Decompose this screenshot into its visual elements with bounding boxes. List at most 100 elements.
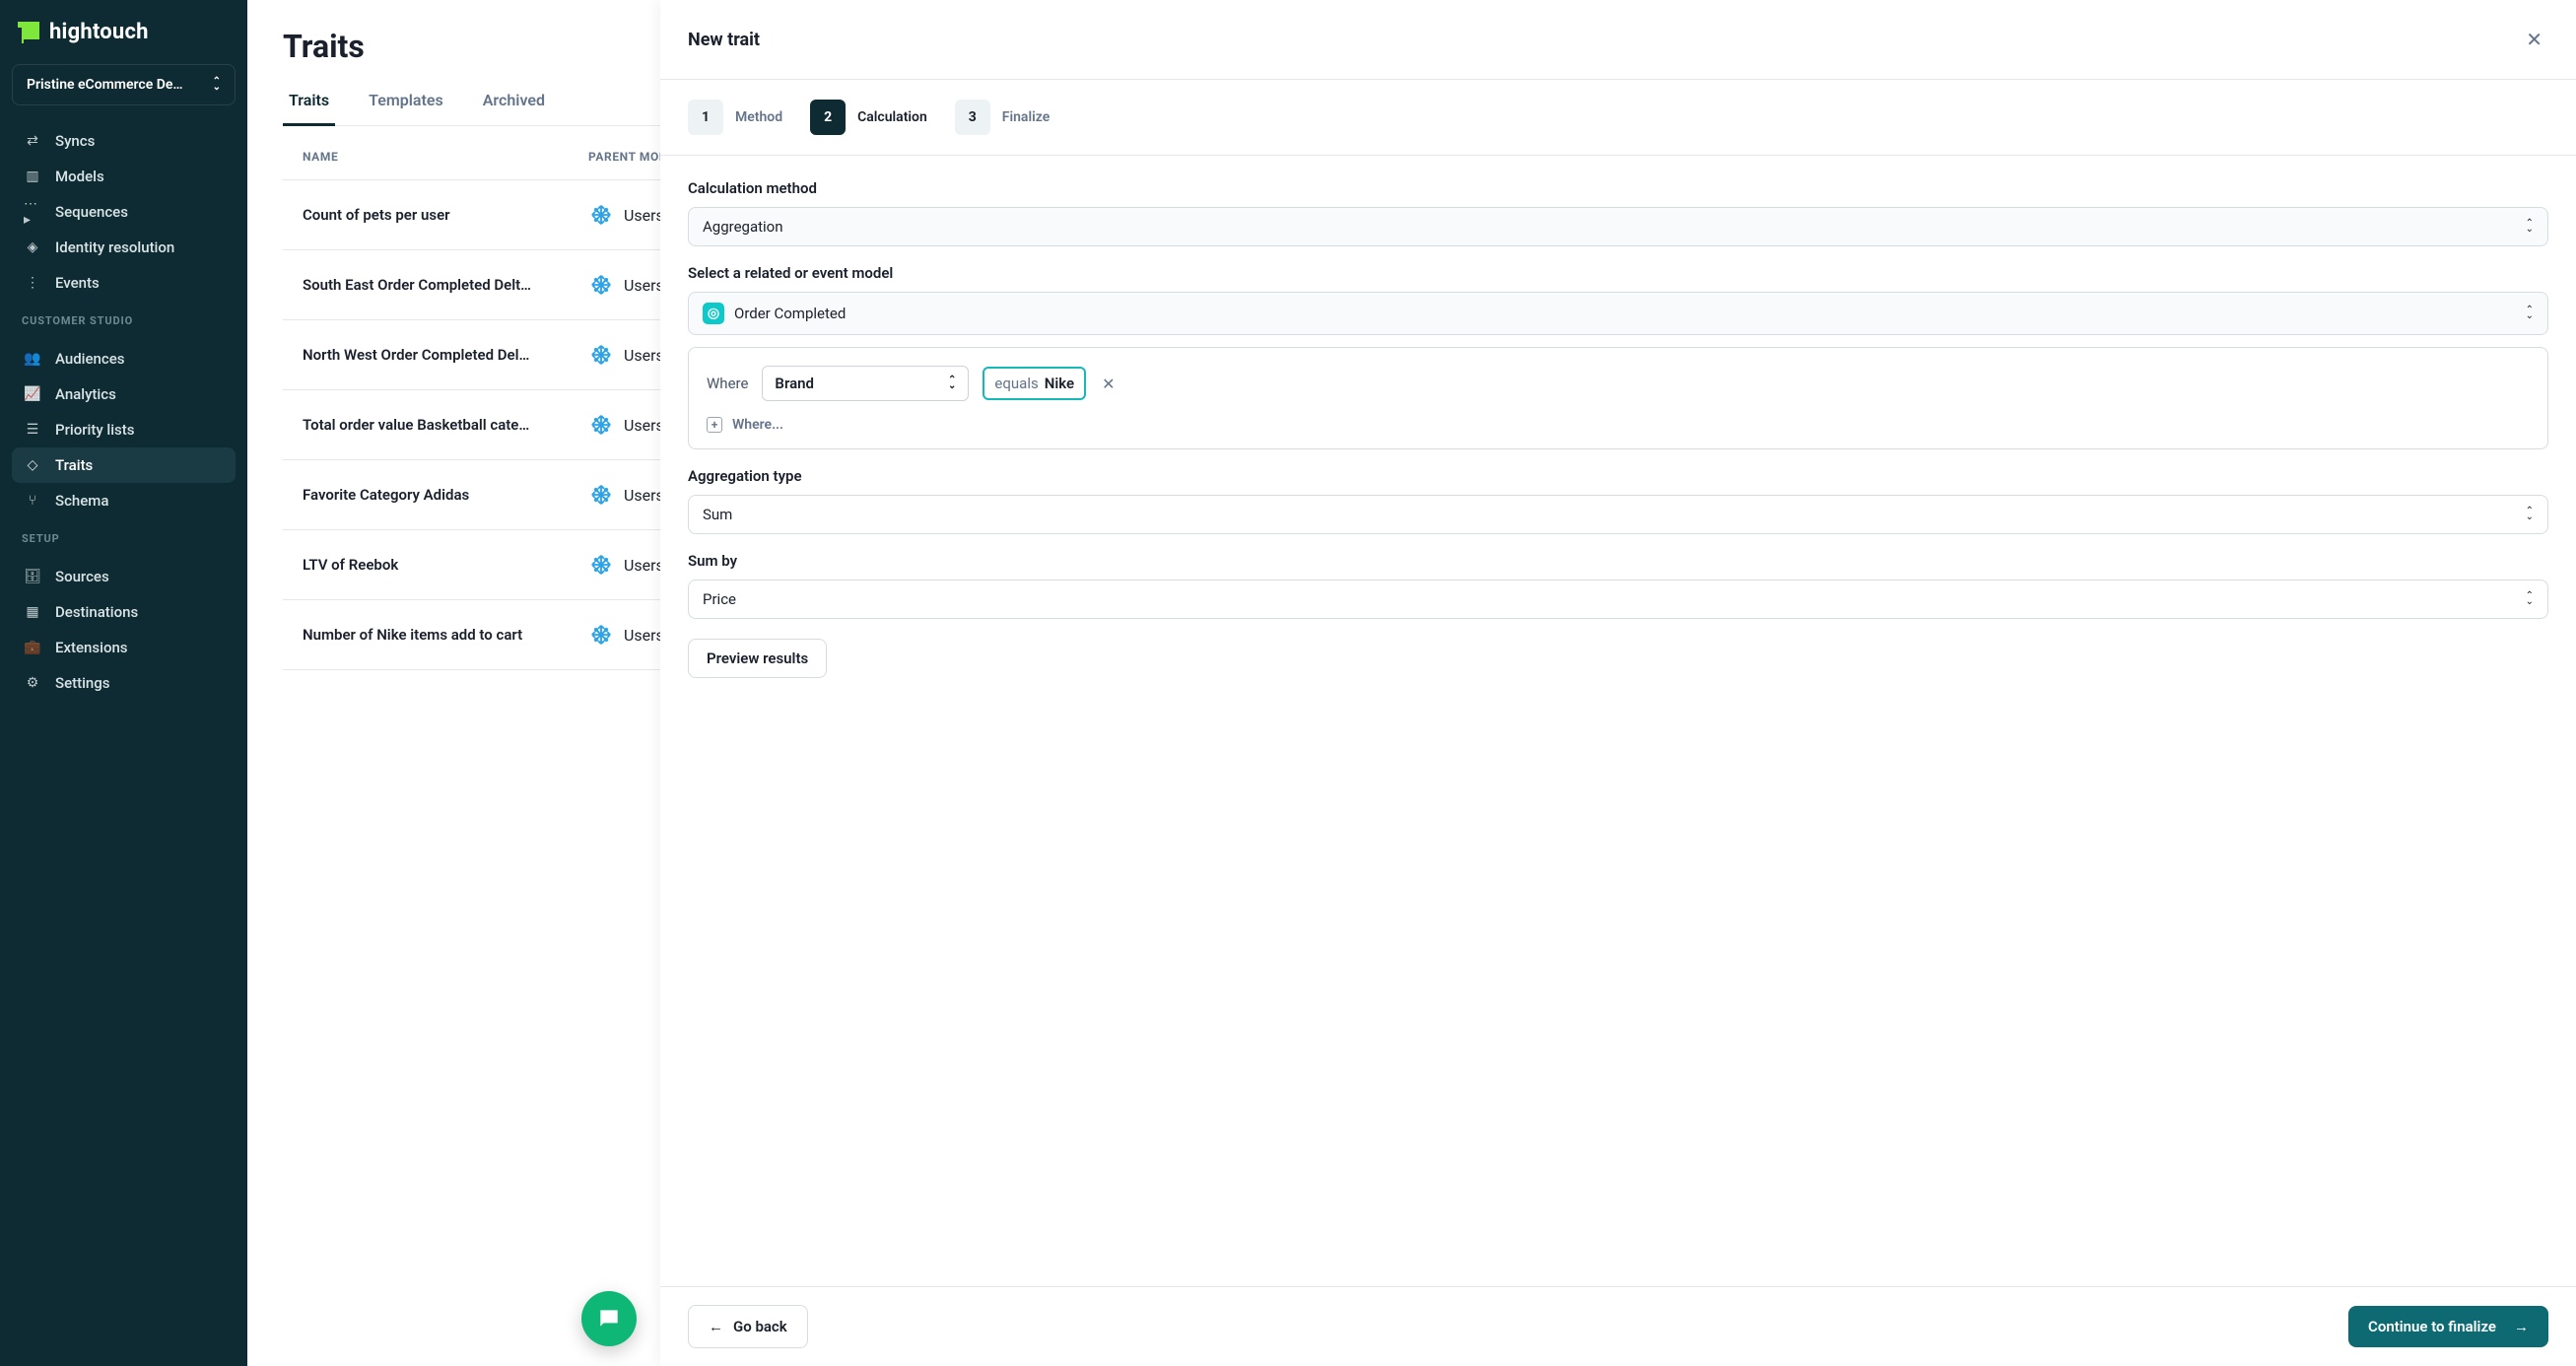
snowflake-icon [588,412,614,438]
chevron-updown-icon [2526,509,2534,520]
sidebar-item-events[interactable]: ⋮ Events [12,265,236,301]
step-finalize[interactable]: 3Finalize [955,100,1050,135]
continue-button[interactable]: Continue to finalize [2348,1306,2548,1347]
remove-condition-icon[interactable]: ✕ [1100,371,1117,397]
sidebar-item-label: Priority lists [55,421,135,439]
sidebar-item-destinations[interactable]: ▦Destinations [12,594,236,630]
sidebar-item-traits[interactable]: ◇ Traits [12,447,236,483]
sidebar: hightouch Pristine eCommerce De… ⇄ Syncs ▥… [0,0,247,1366]
parent-model: Users [588,622,664,648]
trait-name: North West Order Completed Del… [303,346,588,364]
logo: hightouch [12,14,236,50]
logo-mark-icon [18,22,39,43]
parent-model: Users [588,202,664,228]
chevron-updown-icon [213,79,221,91]
sidebar-item-sequences[interactable]: ⋯▸Sequences [12,194,236,230]
sidebar-item-label: Audiences [55,350,124,368]
sidebar-item-label: Models [55,168,104,185]
drawer-footer: Go back Continue to finalize [660,1286,2576,1366]
tab-archived[interactable]: Archived [477,81,551,125]
chevron-updown-icon [2526,307,2534,319]
identity-resolution-icon: ◈ [24,239,41,256]
add-where-button[interactable]: + Where... [707,417,2530,433]
sidebar-item-extensions[interactable]: 💼 Extensions [12,630,236,665]
sum-by-value: Price [703,590,736,608]
sidebar-item-analytics[interactable]: 📈Analytics [12,376,236,412]
where-op: equals [994,375,1038,392]
trait-name: Number of Nike items add to cart [303,626,588,644]
sequences-icon: ⋯▸ [24,203,41,221]
sum-by-select[interactable]: Price [688,580,2548,619]
tab-traits[interactable]: Traits [283,81,335,126]
syncs-icon: ⇄ [24,132,41,150]
sidebar-item-label: Syncs [55,132,95,150]
step-number: 1 [688,100,723,135]
preview-results-label: Preview results [707,649,808,667]
priority-lists-icon: ☰ [24,421,41,439]
parent-model-label: Users [624,416,664,435]
continue-label: Continue to finalize [2368,1318,2496,1335]
where-field-select[interactable]: Brand [762,366,969,401]
where-conditions: Where Brand equals Nike ✕ + Where... [688,347,2548,449]
sidebar-item-priority-lists[interactable]: ☰ Priority lists [12,412,236,447]
parent-model: Users [588,552,664,578]
go-back-button[interactable]: Go back [688,1305,808,1348]
chat-icon [596,1306,622,1332]
snowflake-icon [588,552,614,578]
extensions-icon: 💼 [24,639,41,656]
preview-results-button[interactable]: Preview results [688,639,827,678]
step-calculation[interactable]: 2Calculation [810,100,927,135]
workspace-picker[interactable]: Pristine eCommerce De… [12,64,236,105]
tab-templates[interactable]: Templates [363,81,449,125]
calc-method-select[interactable]: Aggregation [688,207,2548,246]
schema-icon: ⑂ [24,492,41,510]
snowflake-icon [588,272,614,298]
traits-icon: ◇ [24,456,41,474]
step-label: Method [735,109,782,125]
step-method[interactable]: 1 Method [688,100,782,135]
add-where-label: Where... [732,417,783,433]
sidebar-item-schema[interactable]: ⑂Schema [12,483,236,518]
sidebar-item-audiences[interactable]: 👥Audiences [12,341,236,376]
trait-name: South East Order Completed Delt… [303,276,588,294]
parent-model-label: Users [624,346,664,365]
events-icon: ⋮ [24,274,41,292]
brand-name: hightouch [49,20,149,44]
model-value: Order Completed [734,305,846,322]
sidebar-item-label: Extensions [55,639,128,656]
parent-model: Users [588,412,664,438]
models-icon: ▥ [24,168,41,185]
chat-fab[interactable] [581,1291,637,1346]
sum-by-label: Sum by [688,552,2548,570]
plus-icon: + [707,417,722,433]
where-condition-chip[interactable]: equals Nike [983,367,1086,400]
where-value: Nike [1045,375,1074,392]
model-label: Select a related or event model [688,264,2548,282]
snowflake-icon [588,622,614,648]
sidebar-item-models[interactable]: ▥ Models [12,159,236,194]
sources-icon: 🗄 [24,568,41,585]
parent-model: Users [588,342,664,368]
model-select[interactable]: ◎ Order Completed [688,292,2548,335]
sidebar-item-label: Settings [55,674,110,692]
sidebar-item-identity-resolution[interactable]: ◈Identity resolution [12,230,236,265]
calc-method-label: Calculation method [688,179,2548,197]
sidebar-item-label: Sources [55,568,109,585]
trait-name: Count of pets per user [303,206,588,224]
where-label: Where [707,375,748,392]
new-trait-drawer: New trait ✕ 1Method2Calculation3Finalize… [660,0,2576,1366]
calc-method-value: Aggregation [703,218,783,236]
sidebar-item-sources[interactable]: 🗄 Sources [12,559,236,594]
wizard-steps: 1 Method 2Calculation 3Finalize [660,80,2576,155]
snowflake-icon [588,202,614,228]
sidebar-item-label: Traits [55,456,93,474]
parent-model-label: Users [624,206,664,225]
sidebar-item-label: Events [55,274,100,292]
close-icon[interactable]: ✕ [2520,22,2548,57]
parent-model-label: Users [624,626,664,645]
agg-type-select[interactable]: Sum [688,495,2548,534]
sidebar-item-syncs[interactable]: ⇄ Syncs [12,123,236,159]
settings-icon: ⚙ [24,674,41,692]
snowflake-icon [588,342,614,368]
sidebar-item-settings[interactable]: ⚙ Settings [12,665,236,701]
